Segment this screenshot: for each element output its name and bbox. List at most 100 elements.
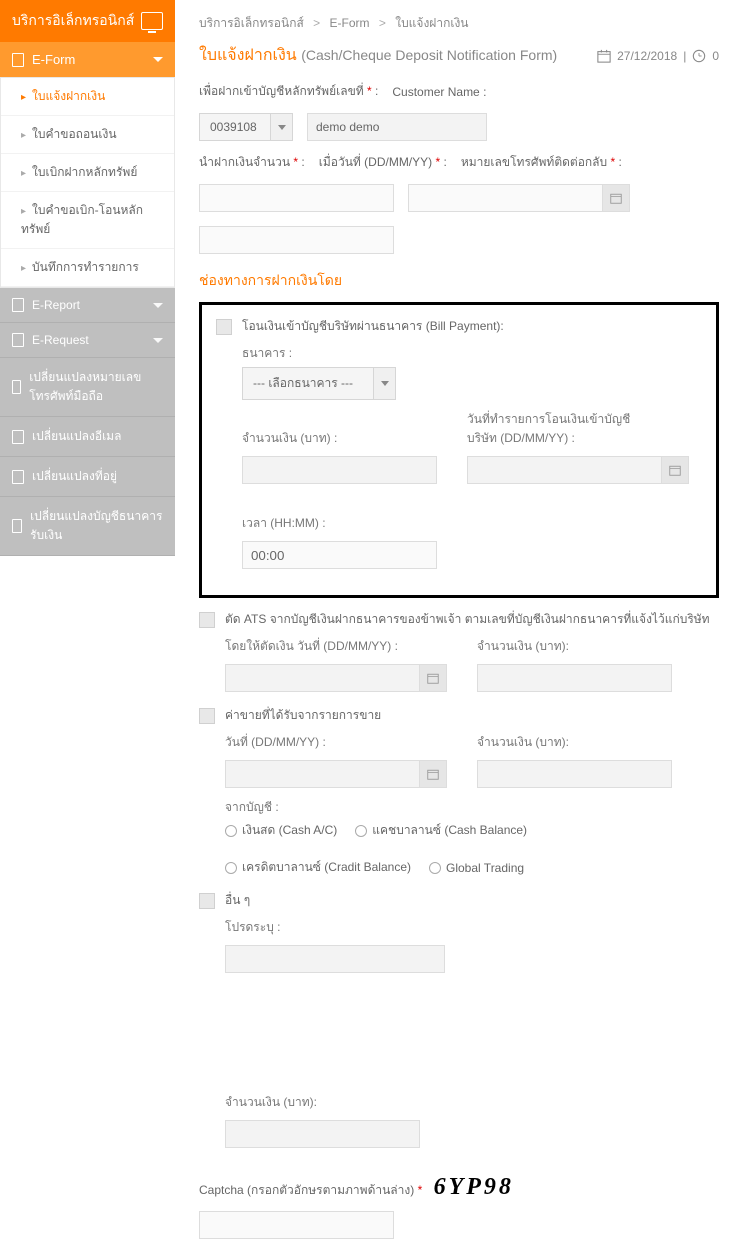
deposit-date-input[interactable]: [408, 184, 602, 212]
opt2-date-label: โดยให้ตัดเงิน วันที่ (DD/MM/YY) :: [225, 637, 447, 656]
triangle-down-icon: [381, 381, 389, 386]
menu-item-address[interactable]: เปลี่ยนแปลงที่อยู่: [0, 457, 175, 497]
meta-date: 27/12/2018: [617, 49, 677, 63]
page-title: ใบแจ้งฝากเงิน (Cash/Cheque Deposit Notif…: [199, 43, 557, 68]
menu-erequest-label: E-Request: [32, 333, 89, 347]
triangle-down-icon: [278, 125, 286, 130]
opt3-date-picker[interactable]: [419, 760, 447, 788]
radio-global[interactable]: Global Trading: [429, 861, 524, 875]
submenu-item-sectransfer[interactable]: ใบคำขอเบิก-โอนหลักทรัพย์: [1, 192, 174, 249]
sidebar-title: บริการอิเล็กทรอนิกส์: [12, 10, 134, 32]
date-label: เมื่อวันที่ (DD/MM/YY) * :: [319, 153, 447, 172]
mail-icon: [12, 430, 24, 444]
hand-icon: [12, 333, 24, 347]
opt3-amt-label: จำนวนเงิน (บาท):: [477, 733, 672, 752]
opt4-amt-label: จำนวนเงิน (บาท):: [225, 1093, 420, 1112]
menu-ereport[interactable]: E-Report: [0, 288, 175, 323]
sidebar-header: บริการอิเล็กทรอนิกส์: [0, 0, 175, 42]
bank-select[interactable]: --- เลือกธนาคาร ---: [242, 367, 396, 400]
bank-label: ธนาคาร :: [242, 344, 702, 363]
radio-cashbal[interactable]: แคชบาลานซ์ (Cash Balance): [355, 821, 527, 840]
opt3-date-label: วันที่ (DD/MM/YY) :: [225, 733, 447, 752]
document-icon: [12, 53, 24, 67]
submenu: ใบแจ้งฝากเงิน ใบคำขอถอนเงิน ใบเบิกฝากหลั…: [0, 77, 175, 288]
menu-item-bank[interactable]: เปลี่ยนแปลงบัญชีธนาคารรับเงิน: [0, 497, 175, 556]
menu-item-email-label: เปลี่ยนแปลงอีเมล: [32, 427, 121, 446]
captcha-input[interactable]: [199, 1211, 394, 1239]
calendar-icon: [427, 672, 439, 684]
opt3-amt-input[interactable]: [477, 760, 672, 788]
acct-value: 0039108: [200, 114, 270, 140]
acct-select[interactable]: 0039108: [199, 113, 293, 141]
phone-icon: [12, 380, 21, 394]
opt4-specify-label: โปรดระบุ :: [225, 918, 445, 937]
opt1-txndate-input[interactable]: [467, 456, 661, 484]
opt1-txndate-label: วันที่ทำรายการโอนเงินเข้าบัญชีบริษัท (DD…: [467, 410, 647, 448]
dropdown-toggle[interactable]: [270, 114, 292, 140]
calendar-icon: [427, 768, 439, 780]
breadcrumb-a[interactable]: บริการอิเล็กทรอนิกส์: [199, 16, 304, 30]
opt2-amt-input[interactable]: [477, 664, 672, 692]
title-sub: (Cash/Cheque Deposit Notification Form): [301, 47, 557, 63]
breadcrumb-c: ใบแจ้งฝากเงิน: [395, 16, 468, 30]
section-title: ช่องทางการฝากเงินโดย: [199, 270, 719, 292]
breadcrumb: บริการอิเล็กทรอนิกส์ > E-Form > ใบแจ้งฝา…: [199, 10, 719, 43]
opt4-specify-input[interactable]: [225, 945, 445, 973]
submenu-item-deposit[interactable]: ใบแจ้งฝากเงิน: [1, 78, 174, 116]
opt2-checkbox[interactable]: [199, 612, 215, 628]
calendar-icon: [669, 464, 681, 476]
menu-eform[interactable]: E-Form: [0, 42, 175, 77]
opt4-checkbox[interactable]: [199, 893, 215, 909]
report-icon: [12, 298, 24, 312]
radio-creditbal[interactable]: เครดิตบาลานซ์ (Cradit Balance): [225, 858, 411, 877]
radio-icon: [225, 825, 237, 837]
opt1-amt-label: จำนวนเงิน (บาท) :: [242, 429, 437, 448]
opt1-txndate-picker[interactable]: [661, 456, 689, 484]
calendar-icon: [610, 192, 622, 204]
chevron-down-icon: [153, 338, 163, 343]
opt1-checkbox[interactable]: [216, 319, 232, 335]
meta: 27/12/2018 | 0: [597, 49, 719, 63]
bank-value: --- เลือกธนาคาร ---: [243, 368, 373, 399]
opt3-title: ค่าขายที่ได้รับจากรายการขาย: [225, 706, 381, 725]
opt1-title: โอนเงินเข้าบัญชีบริษัทผ่านธนาคาร (Bill P…: [242, 317, 504, 336]
amount-input[interactable]: [199, 184, 394, 212]
chevron-down-icon: [153, 57, 163, 62]
acct-label: เพื่อฝากเข้าบัญชีหลักทรัพย์เลขที่ * :: [199, 82, 378, 101]
menu-eform-label: E-Form: [32, 52, 75, 67]
opt1-amt-input[interactable]: [242, 456, 437, 484]
breadcrumb-b[interactable]: E-Form: [330, 16, 370, 30]
radio-icon: [225, 862, 237, 874]
captcha-label: Captcha (กรอกตัวอักษรตามภาพด้านล่าง) *: [199, 1183, 422, 1197]
bank-icon: [12, 519, 22, 533]
radio-icon: [429, 862, 441, 874]
opt2-title: ตัด ATS จากบัญชีเงินฝากธนาคารของข้าพเจ้า…: [225, 610, 710, 629]
radio-cash[interactable]: เงินสด (Cash A/C): [225, 821, 337, 840]
monitor-icon: [141, 12, 163, 30]
phone-label: หมายเลขโทรศัพท์ติดต่อกลับ * :: [461, 153, 622, 172]
opt3-date-input[interactable]: [225, 760, 419, 788]
menu-item-phone-label: เปลี่ยนแปลงหมายเลขโทรศัพท์มือถือ: [29, 368, 163, 406]
submenu-item-withdraw[interactable]: ใบคำขอถอนเงิน: [1, 116, 174, 154]
menu-item-email[interactable]: เปลี่ยนแปลงอีเมล: [0, 417, 175, 457]
calendar-icon: [597, 49, 611, 63]
opt4-amt-input[interactable]: [225, 1120, 420, 1148]
home-icon: [12, 470, 24, 484]
opt2-date-input[interactable]: [225, 664, 419, 692]
title-main: ใบแจ้งฝากเงิน: [199, 47, 297, 64]
opt2-date-picker[interactable]: [419, 664, 447, 692]
opt3-checkbox[interactable]: [199, 708, 215, 724]
opt4-title: อื่น ๆ: [225, 891, 250, 910]
cust-name-field: demo demo: [307, 113, 487, 141]
phone-input[interactable]: [199, 226, 394, 254]
radio-icon: [355, 825, 367, 837]
menu-item-bank-label: เปลี่ยนแปลงบัญชีธนาคารรับเงิน: [30, 507, 163, 545]
opt1-time-input[interactable]: [242, 541, 437, 569]
menu-erequest[interactable]: E-Request: [0, 323, 175, 358]
deposit-date-picker[interactable]: [602, 184, 630, 212]
dropdown-toggle[interactable]: [373, 368, 395, 399]
submenu-item-secdeposit[interactable]: ใบเบิกฝากหลักทรัพย์: [1, 154, 174, 192]
submenu-item-log[interactable]: บันทึกการทำรายการ: [1, 249, 174, 287]
menu-ereport-label: E-Report: [32, 298, 80, 312]
menu-item-phone[interactable]: เปลี่ยนแปลงหมายเลขโทรศัพท์มือถือ: [0, 358, 175, 417]
